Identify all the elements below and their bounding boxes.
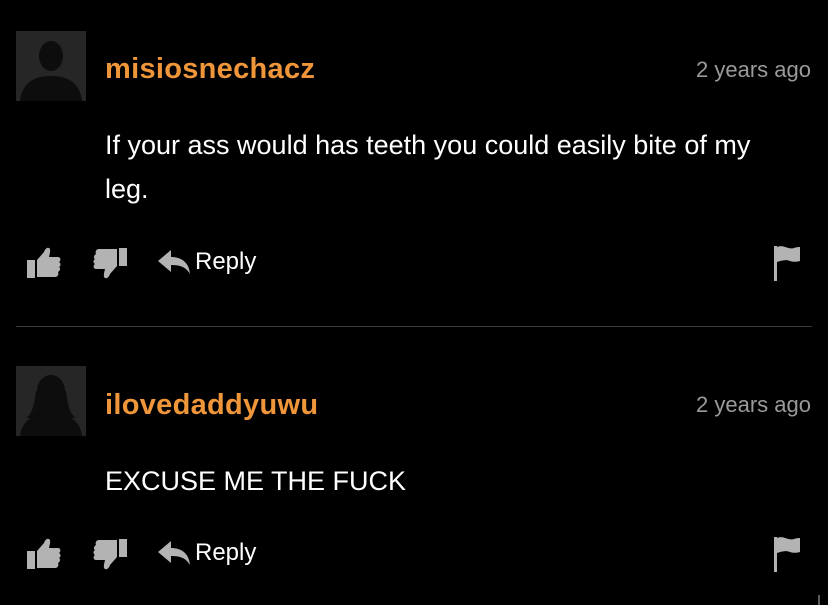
thumbs-up-icon[interactable] (26, 537, 62, 571)
thumbs-up-icon[interactable] (26, 246, 62, 280)
comment-item: misiosnechacz 2 years ago If your ass wo… (0, 0, 828, 327)
avatar-placeholder-icon (16, 31, 86, 101)
comment-actions: Reply (0, 242, 828, 282)
comment-username[interactable]: misiosnechacz (105, 53, 315, 86)
reply-label: Reply (195, 539, 257, 566)
reply-label: Reply (195, 248, 257, 275)
comment-username[interactable]: ilovedaddyuwu (105, 389, 318, 422)
comment-actions: Reply (0, 533, 828, 573)
comment-text: If your ass would has teeth you could ea… (105, 130, 751, 204)
comment-timestamp: 2 years ago (696, 57, 811, 82)
reply-button[interactable]: Reply (157, 245, 256, 279)
flag-icon[interactable] (772, 535, 802, 573)
comment-text: EXCUSE ME THE FUCK (105, 466, 407, 496)
reply-arrow-icon (158, 541, 190, 565)
reply-button[interactable]: Reply (157, 536, 256, 570)
thumbs-down-icon[interactable] (92, 246, 128, 280)
flag-icon[interactable] (772, 244, 802, 282)
scroll-indicator (818, 595, 820, 605)
thumbs-down-icon[interactable] (92, 537, 128, 571)
avatar-placeholder-icon (16, 366, 86, 436)
avatar[interactable] (16, 366, 86, 436)
comment-item: ilovedaddyuwu 2 years ago EXCUSE ME THE … (0, 327, 828, 605)
comment-timestamp: 2 years ago (696, 392, 811, 417)
avatar[interactable] (16, 31, 86, 101)
reply-arrow-icon (158, 250, 190, 274)
